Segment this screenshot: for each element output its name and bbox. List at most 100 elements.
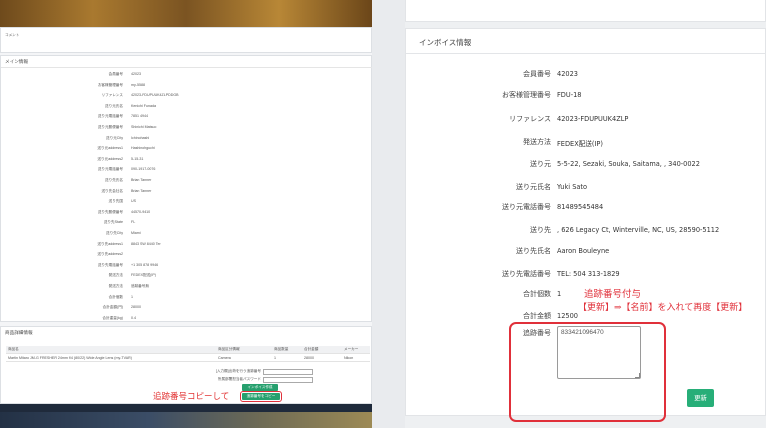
main-info-value: 8843 SW 8440 Ter	[131, 241, 161, 246]
divider	[406, 53, 766, 54]
main-info-label: 送り元電話番号	[97, 167, 123, 172]
table-cell: Camera	[218, 355, 231, 360]
field-value: TEL: 504 313-1829	[557, 269, 620, 278]
col-header: メーカー	[344, 347, 359, 351]
main-info-value: 42023	[131, 72, 141, 76]
main-info-value: Shinichi Matsuo	[131, 125, 157, 129]
annotation-line-2: 【更新】⇒【名前】を入れて再度【更新】	[578, 303, 748, 313]
annotation-line-1: 追跡番号付与	[584, 289, 642, 300]
main-info-value: Kenichi Funada	[131, 103, 156, 108]
detail-heading: 商品詳細情報	[5, 330, 33, 335]
table-cell: 1	[274, 355, 276, 360]
main-info-value: US	[131, 199, 136, 204]
col-header: 合計金額	[304, 347, 319, 351]
main-info-label: 合計金額(円)	[102, 305, 123, 310]
main-info-label: 送り先address2	[97, 252, 123, 257]
main-info-label: 送り先City	[106, 231, 123, 235]
tracking-input[interactable]	[263, 369, 313, 375]
main-info-value: 0.4	[131, 315, 136, 320]
main-info-value: 7851 4944	[131, 114, 148, 119]
resize-handle-icon[interactable]	[635, 373, 640, 378]
main-info-label: 送り先国	[108, 199, 123, 204]
password-input[interactable]	[263, 377, 313, 383]
main-info-label: リファレンス	[101, 93, 124, 98]
col-header: 商品数量	[274, 347, 289, 351]
main-info-label: 送り先郵便番号	[97, 209, 123, 214]
main-info-value: 1	[131, 294, 133, 299]
field-value: 12500	[557, 311, 578, 320]
main-info-label: 送り元address1	[97, 146, 123, 151]
main-info-value: FEDEX配送(IP)	[131, 273, 156, 278]
tracking-number-label: 追跡番号	[523, 329, 551, 337]
table-cell: Martin Mitaro JM-G FRESHER 24mm f/4 (80/…	[8, 355, 132, 360]
copy-annotation: 追跡番号コピーして	[153, 392, 230, 402]
main-info-label: 合計重量(kg)	[102, 315, 123, 320]
table-cell: Nikon	[344, 355, 354, 360]
top-card	[405, 0, 766, 22]
main-info-label: 送り先State	[103, 220, 123, 225]
table-cell: 28000	[304, 355, 314, 360]
header-banner	[0, 0, 372, 27]
tracking-number-textarea[interactable]: 833421096470	[557, 326, 641, 379]
main-info-label: 発送方法	[108, 273, 123, 278]
divider	[1, 67, 372, 68]
main-info-value: 42023-FDUPUUK4ZLPDDGB	[131, 93, 179, 98]
main-info-value: my-5588	[131, 82, 145, 87]
main-info-value: Ichinohashi	[131, 135, 150, 140]
field-label: 送り元電話番号	[502, 203, 551, 211]
main-info-value: 28000	[131, 305, 141, 310]
password-input-label: 所属部署担当者パスワード	[217, 377, 261, 381]
order-detail-page: コメント メイン情報 会員番号 42023 お客様管理番号 my-5588 リファレンス…	[0, 0, 372, 428]
panel-title: インボイス情報	[419, 38, 472, 47]
field-value: 81489545484	[557, 202, 604, 211]
field-label: 送り先電話番号	[502, 270, 551, 278]
main-info-value: 5-15-31	[131, 156, 144, 161]
main-info-label: 送り先氏名	[105, 178, 123, 182]
main-info-value: 090-1917-0076	[131, 167, 156, 172]
field-value: Yuki Sato	[557, 182, 588, 191]
detail-table: 商品名 商品区分情報 商品数量 合計金額 メーカー Martin Mitaro …	[6, 346, 370, 362]
field-label: 送り元氏名	[516, 183, 551, 191]
field-label: 合計金額	[523, 312, 551, 320]
table-header-row: 商品名 商品区分情報 商品数量 合計金額 メーカー	[6, 346, 370, 354]
main-info-card: メイン情報 会員番号 42023 お客様管理番号 my-5588 リファレンス 42023…	[0, 55, 372, 322]
main-info-label: 送り元address2	[97, 156, 123, 161]
field-value: Aaron Bouleyne	[557, 246, 610, 255]
main-info-value: +1 305 878 9946	[131, 262, 159, 267]
main-info-value: Hashinohguchi	[131, 146, 155, 151]
main-info-value: Miami	[131, 231, 141, 235]
main-info-label: 送り先会社名	[101, 188, 123, 193]
field-label: 送り先	[530, 226, 551, 234]
field-label: 発送方法	[523, 138, 551, 146]
main-info-value: FL	[131, 220, 136, 225]
field-label: 会員番号	[523, 70, 551, 78]
main-info-label: 送り先address1	[97, 241, 123, 246]
field-value: 42023	[557, 69, 578, 78]
main-info-label: 発送方法	[108, 284, 123, 288]
field-label: 送り先氏名	[516, 247, 551, 255]
main-info-label: 送り先電話番号	[97, 262, 123, 267]
main-info-label: 送り元電話番号	[97, 114, 123, 119]
screenshot-composite: コメント メイン情報 会員番号 42023 お客様管理番号 my-5588 リファレンス…	[0, 0, 766, 428]
copy-tracking-button[interactable]: 追跡番号をコピー	[240, 391, 282, 402]
field-value: FEDEX配送(IP)	[557, 139, 603, 148]
field-label: 合計個数	[523, 290, 551, 298]
main-info-value: 追跡番号無	[131, 284, 149, 288]
create-invoice-button[interactable]: インボイス作成	[242, 384, 278, 391]
tracking-input-label: [入力欄]出荷を行う追跡番号	[215, 369, 261, 373]
main-info-value: 44570-9410	[131, 209, 151, 214]
footer-banner	[0, 404, 372, 428]
field-value: 42023-FDUPUUK4ZLP	[557, 114, 629, 123]
invoice-page: インボイス情報 会員番号 42023 お客様管理番号 FDU-18 リファレンス 4202…	[405, 0, 766, 428]
field-value: 1	[557, 289, 562, 298]
comment-card: コメント	[0, 27, 372, 53]
field-label: リファレンス	[509, 115, 551, 123]
main-info-label: 送り元氏名	[105, 103, 123, 108]
update-button[interactable]: 更新	[687, 389, 714, 407]
main-info-label: 送り元郵便番号	[97, 125, 123, 129]
field-value: FDU-18	[557, 90, 582, 99]
invoice-info-panel: インボイス情報 会員番号 42023 お客様管理番号 FDU-18 リファレンス 4202…	[405, 28, 766, 422]
col-header: 商品区分情報	[218, 347, 240, 351]
field-label: お客様管理番号	[502, 91, 551, 99]
comment-label: コメント	[5, 33, 20, 37]
